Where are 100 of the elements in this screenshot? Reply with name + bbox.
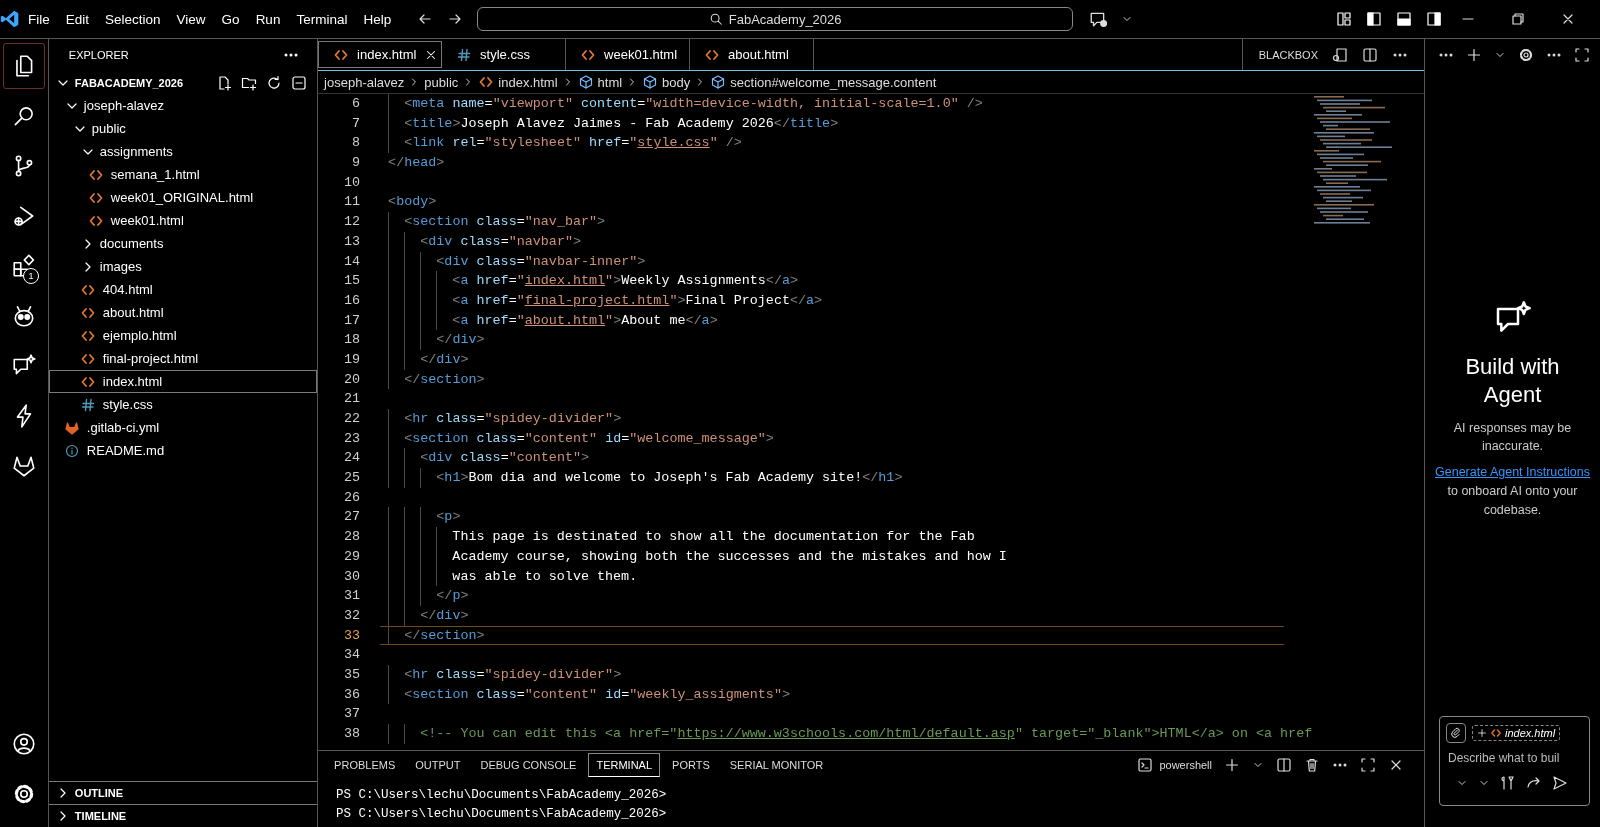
explorer-folder[interactable]: joseph-alavez: [48, 94, 318, 117]
code-line: Academy course, showing both the successes and the mistakes and how I: [380, 546, 1285, 567]
collapse-all-icon[interactable]: [291, 74, 308, 91]
explorer-file[interactable]: week01_ORIGINAL.html: [48, 186, 318, 209]
plus-icon[interactable]: [1224, 757, 1240, 773]
explorer-file[interactable]: ejemplo.html: [48, 324, 318, 347]
panel-tab[interactable]: SERIAL MONITOR: [721, 753, 832, 777]
command-center-search[interactable]: FabAcademy_2026: [477, 7, 1074, 31]
split-terminal-icon[interactable]: [1276, 757, 1292, 773]
menu-item[interactable]: Run: [247, 7, 289, 31]
restore-icon[interactable]: [1510, 11, 1526, 27]
menu-item[interactable]: Help: [355, 7, 400, 31]
code-line: </section>: [380, 625, 1285, 646]
menu-item[interactable]: File: [20, 7, 58, 31]
line-number: 37: [343, 705, 361, 724]
line-number: 9: [351, 154, 361, 173]
sidebar-title: EXPLORER: [68, 49, 129, 61]
activity-bar-item[interactable]: 1: [2, 243, 45, 289]
generate-instructions-link[interactable]: Generate Agent Instructions: [1435, 465, 1590, 479]
panel-tab[interactable]: PORTS: [664, 753, 718, 777]
maximize-icon[interactable]: [1360, 757, 1376, 773]
maximize-icon[interactable]: [1574, 47, 1590, 63]
plus-icon[interactable]: [1466, 47, 1482, 63]
chat-input-field[interactable]: Describe what to buil: [1446, 751, 1583, 765]
explorer-folder[interactable]: assignments: [48, 140, 318, 163]
trash-icon[interactable]: [1304, 757, 1320, 773]
breadcrumb-item[interactable]: html: [577, 74, 623, 90]
menu-item[interactable]: View: [168, 7, 214, 31]
extension-label[interactable]: BLACKBOX: [1258, 48, 1318, 61]
notification-badge: 1: [22, 268, 39, 284]
html-file-icon: [1490, 727, 1502, 739]
line-number: 10: [343, 173, 361, 192]
cube-icon: [642, 74, 659, 90]
new-file-icon[interactable]: [216, 74, 233, 91]
terminal-selector[interactable]: powershell: [1137, 757, 1212, 773]
terminal-line: PS C:\Users\lechu\Documents\FabAcademy_2026>: [336, 806, 668, 823]
terminal-icon: [1137, 757, 1154, 773]
settings-icon[interactable]: [1518, 47, 1534, 63]
menu-item[interactable]: Terminal: [288, 7, 356, 31]
line-number: 25: [343, 469, 361, 488]
panel-tab[interactable]: PROBLEMS: [326, 753, 404, 777]
menu-item[interactable]: Edit: [57, 7, 98, 31]
secondary-sidebar-icon[interactable]: [1426, 11, 1442, 27]
menu-item[interactable]: Selection: [97, 7, 169, 31]
code-line: <title>Joseph Alavez Jaimes - Fab Academy 2026</title>: [380, 113, 1285, 134]
primary-sidebar-icon[interactable]: [1366, 11, 1382, 27]
line-number: 30: [343, 567, 361, 586]
explorer-file[interactable]: 404.html: [48, 278, 318, 301]
collapsed-section-header[interactable]: OUTLINE: [48, 781, 318, 804]
line-number: 38: [343, 725, 361, 743]
open-changes-icon[interactable]: [1332, 46, 1348, 63]
breadcrumb-item[interactable]: public: [424, 74, 459, 90]
layout-icon[interactable]: [1336, 11, 1352, 27]
explorer-folder[interactable]: images: [48, 255, 318, 278]
explorer-folder[interactable]: public: [48, 117, 318, 140]
account-icon[interactable]: [10, 731, 37, 757]
explorer-file[interactable]: .gitlab-ci.yml: [48, 416, 318, 439]
refresh-icon[interactable]: [266, 74, 283, 91]
chat-input-box[interactable]: index.html Describe what to buil: [1439, 716, 1590, 806]
editor-tab[interactable]: about.html: [690, 39, 815, 70]
explorer-folder[interactable]: documents: [48, 232, 318, 255]
attach-button[interactable]: [1446, 723, 1466, 743]
explorer-file[interactable]: final-project.html: [48, 347, 318, 370]
explorer-file[interactable]: about.html: [48, 301, 318, 324]
breadcrumb-item[interactable]: section#welcome_message.content: [710, 74, 937, 90]
editor-tab[interactable]: index.html: [318, 41, 443, 68]
breadcrumb-item[interactable]: joseph-alavez: [324, 74, 405, 90]
explorer-file[interactable]: week01.html: [48, 209, 318, 232]
code-line: <a href="about.html">About me</a>: [380, 310, 1285, 331]
split-editor-icon[interactable]: [1362, 46, 1378, 63]
line-number: 31: [343, 587, 361, 606]
line-number: 23: [343, 429, 361, 448]
send-icon[interactable]: [1552, 775, 1568, 791]
chat-status-icon[interactable]: [1089, 10, 1108, 28]
code-line: <section class="nav_bar">: [380, 212, 1285, 232]
panel-icon[interactable]: [1396, 11, 1412, 27]
editor-tab[interactable]: week01.html: [566, 39, 691, 70]
explorer-file[interactable]: index.html: [48, 370, 318, 393]
line-number: 32: [343, 606, 361, 625]
breadcrumb-item[interactable]: index.html: [478, 74, 558, 90]
chat-instructions-text: Generate Agent Instructions to onboard AI onto your codebase.: [1435, 464, 1590, 519]
collapsed-section-header[interactable]: TIMELINE: [48, 804, 318, 827]
panel-tab[interactable]: DEBUG CONSOLE: [472, 753, 585, 777]
editor-tab[interactable]: style.css: [442, 39, 567, 70]
line-number: 12: [343, 213, 361, 232]
panel-tab[interactable]: OUTPUT: [407, 753, 469, 777]
line-number: 6: [351, 95, 361, 113]
code-line: This page is destinated to show all the documentation for the Fab: [380, 527, 1285, 547]
explorer-file[interactable]: style.css: [48, 393, 318, 416]
panel-tab[interactable]: TERMINAL: [588, 753, 661, 777]
css-file-icon: [79, 396, 96, 413]
context-file-chip[interactable]: index.html: [1472, 725, 1561, 741]
explorer-file[interactable]: semana_1.html: [48, 163, 318, 186]
activity-bar-item[interactable]: [2, 43, 45, 89]
code-line: </section>: [380, 369, 1285, 390]
menu-item[interactable]: Go: [213, 7, 248, 31]
breadcrumb-item[interactable]: body: [642, 74, 691, 90]
explorer-file[interactable]: README.md: [48, 439, 318, 462]
tools-icon[interactable]: [1500, 775, 1516, 791]
workspace-folder-header[interactable]: FABACADEMY_2026: [48, 71, 318, 94]
